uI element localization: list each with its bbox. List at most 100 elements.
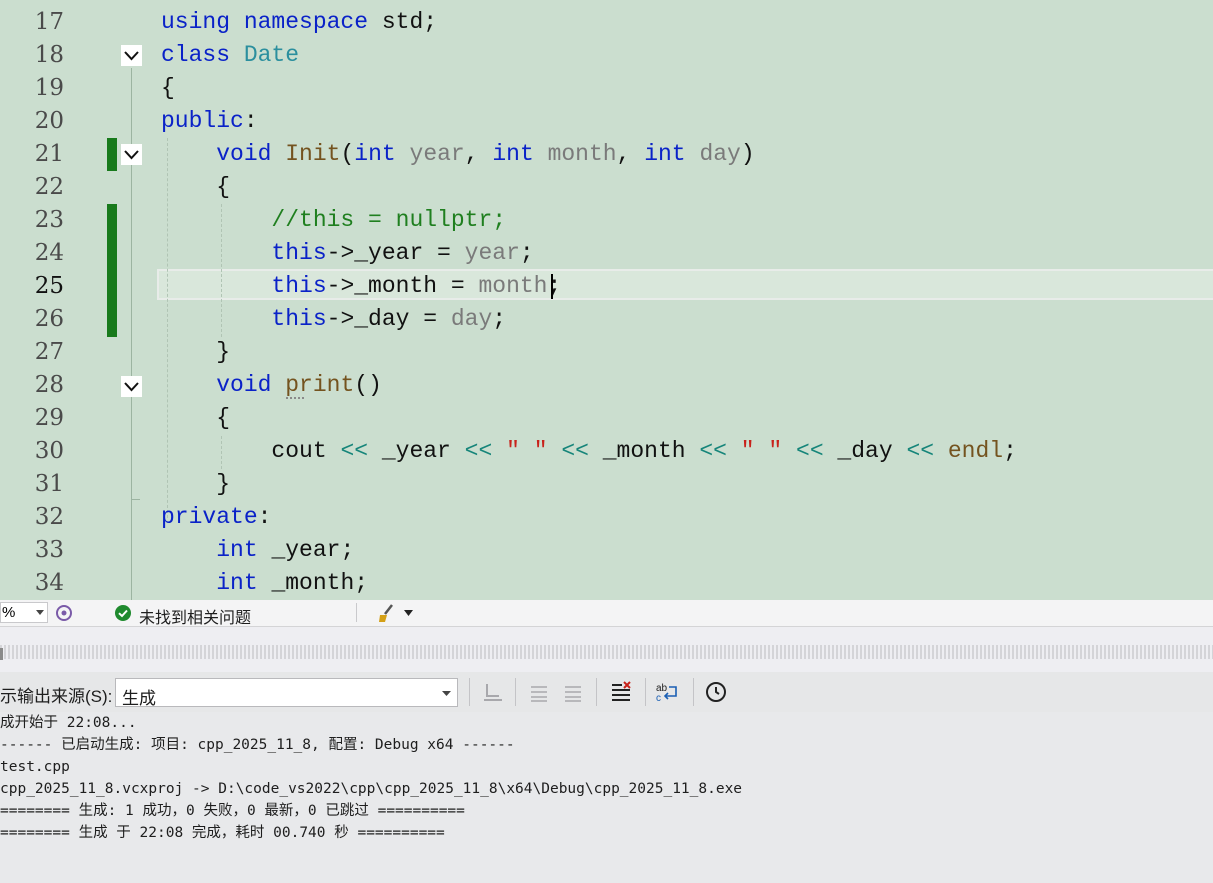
code-token: int [216, 537, 258, 563]
code-token: using namespace [161, 9, 369, 35]
code-token: int [644, 141, 686, 167]
code-text: { [161, 72, 175, 105]
code-line[interactable]: 17 using namespace std; [0, 6, 1213, 39]
code-token: ; [492, 306, 507, 332]
code-text: public: [161, 105, 258, 138]
dropdown-arrow-icon [36, 610, 44, 615]
code-text: } [161, 336, 230, 369]
issues-status[interactable]: 未找到相关问题 [139, 604, 251, 628]
code-token: private [161, 504, 258, 530]
code-text: this->_year = year; [161, 237, 533, 270]
code-token: public [161, 108, 244, 134]
code-token: << [340, 438, 369, 464]
line-number: 19 [34, 75, 64, 101]
code-text: int _year; [161, 534, 354, 567]
code-token: month [547, 141, 617, 167]
code-line[interactable]: 25 this->_month = month; [0, 270, 1213, 303]
output-text-area[interactable]: 成开始于 22:08... ------ 已启动生成: 项目: cpp_2025_… [0, 712, 1213, 883]
line-number: 34 [34, 570, 64, 596]
code-token: ; [1003, 438, 1017, 464]
code-token: { [161, 174, 231, 200]
code-line[interactable]: 18 class Date [0, 39, 1213, 72]
toggle-word-wrap-button[interactable]: ab c [656, 680, 680, 704]
code-line[interactable]: 28 void print() [0, 369, 1213, 402]
code-token: void [216, 141, 272, 167]
code-token: ->_year = [326, 240, 465, 266]
code-token: : [257, 504, 272, 530]
code-text: int _month; [161, 567, 368, 600]
code-token: class [161, 42, 231, 68]
code-line[interactable]: 23 //this = nullptr; [0, 204, 1213, 237]
show-timestamps-button[interactable] [704, 680, 728, 704]
code-cleanup-brush-icon[interactable] [377, 603, 397, 623]
line-number: 26 [34, 306, 64, 332]
code-line[interactable]: 30 cout << _year << " " << _month << " "… [0, 435, 1213, 468]
code-text: //this = nullptr; [161, 204, 506, 237]
code-token: " " [506, 438, 548, 464]
code-token: Date [243, 42, 300, 68]
code-text: this->_month = month; [161, 270, 561, 303]
panel-grip[interactable] [0, 645, 1213, 659]
code-text: } [161, 468, 230, 501]
code-token: this [271, 273, 327, 299]
line-number: 31 [34, 471, 64, 497]
go-to-location-icon [484, 684, 502, 701]
code-line[interactable]: 27 } [0, 336, 1213, 369]
code-text: class Date [161, 39, 299, 72]
code-token: () [354, 372, 382, 398]
go-to-line-button[interactable] [481, 680, 505, 704]
code-token: _month [588, 438, 700, 464]
output-source-select[interactable]: 生成 [115, 678, 458, 708]
code-line[interactable]: 32 private: [0, 501, 1213, 534]
clear-all-button[interactable] [609, 680, 633, 704]
code-text: { [161, 402, 230, 435]
code-token: { [161, 405, 231, 431]
line-number: 32 [34, 504, 64, 530]
clock-icon [706, 682, 726, 702]
word-wrap-icon: abc [656, 683, 677, 703]
code-token: this [271, 306, 327, 332]
output-toolbar: 示输出来源(S): 生成 ab c [0, 672, 1213, 712]
intellicode-icon[interactable] [55, 603, 73, 623]
code-line[interactable]: 34 int _month; [0, 567, 1213, 600]
dropdown-arrow-icon[interactable] [404, 610, 413, 616]
code-line[interactable]: 26 this->_day = day; [0, 303, 1213, 336]
dropdown-arrow-icon [442, 691, 451, 696]
code-token: , [464, 141, 493, 167]
code-token: , [616, 141, 645, 167]
code-line[interactable]: 19 { [0, 72, 1213, 105]
line-number: 27 [34, 339, 64, 365]
line-number: 18 [34, 42, 64, 68]
code-text: void Init(int year, int month, int day) [161, 138, 754, 171]
next-message-button[interactable] [561, 680, 585, 704]
svg-text:c: c [656, 693, 661, 703]
code-line[interactable]: 21 void Init(int year, int month, int da… [0, 138, 1213, 171]
code-text: private: [161, 501, 271, 534]
code-line[interactable]: 22 { [0, 171, 1213, 204]
editor-status-bar: % 未找到相关问题 [0, 600, 1213, 627]
code-editor[interactable]: 17 using namespace std; 18 class Date 19 {20 p… [0, 0, 1213, 600]
code-token: //this = nullptr; [271, 207, 507, 233]
zoom-dropdown[interactable]: % [0, 602, 48, 623]
code-line[interactable]: 20 public: [0, 105, 1213, 138]
code-token: _year [368, 438, 465, 464]
code-line[interactable]: 29 { [0, 402, 1213, 435]
code-token: _month; [257, 570, 369, 596]
code-line[interactable]: 24 this->_year = year; [0, 237, 1213, 270]
code-line[interactable]: 31 } [0, 468, 1213, 501]
code-token: void [216, 372, 272, 398]
code-token: " " [740, 438, 783, 464]
previous-message-button[interactable] [527, 680, 551, 704]
code-token: year [464, 240, 520, 266]
code-line[interactable]: 33 int _year; [0, 534, 1213, 567]
